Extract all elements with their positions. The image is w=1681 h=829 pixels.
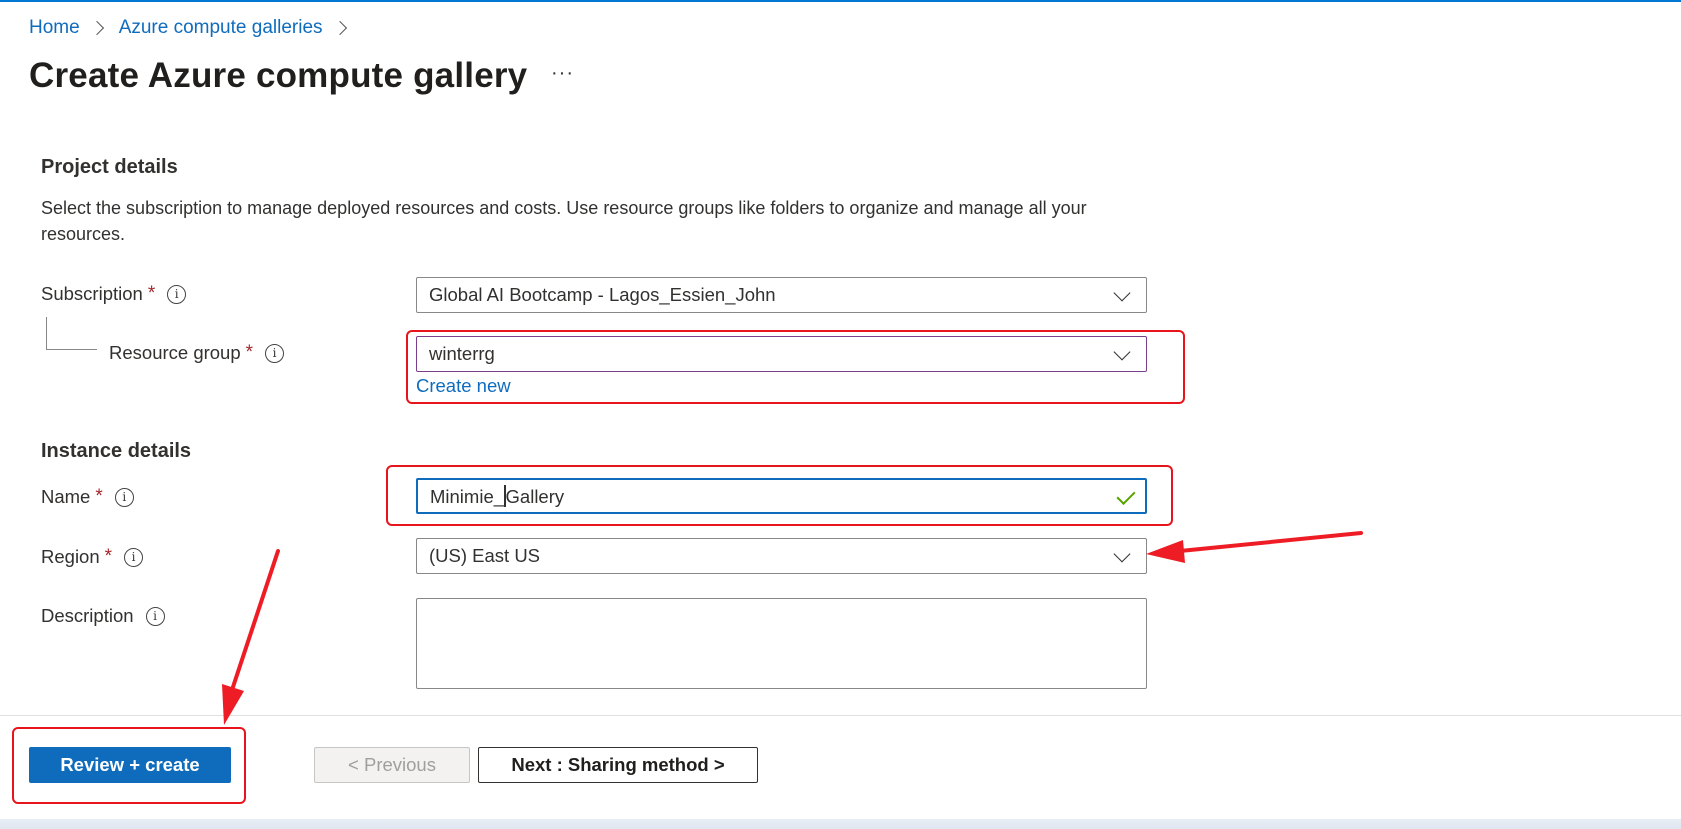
project-details-heading: Project details (41, 156, 178, 178)
subscription-value: Global AI Bootcamp - Lagos_Essien_John (429, 284, 776, 305)
name-input-value: Minimie_Gallery (430, 484, 565, 508)
annotation-arrow (1146, 531, 1363, 563)
subscription-dropdown[interactable]: Global AI Bootcamp - Lagos_Essien_John (416, 277, 1147, 313)
region-value: (US) East US (429, 545, 541, 566)
breadcrumb-azure-compute-galleries[interactable]: Azure compute galleries (119, 17, 323, 39)
info-icon[interactable]: i (167, 284, 187, 304)
chevron-down-icon (1113, 343, 1131, 361)
info-icon[interactable]: i (145, 606, 165, 626)
checkmark-icon (1116, 485, 1136, 506)
chevron-right-icon (89, 20, 104, 36)
chevron-down-icon (1113, 284, 1131, 302)
name-input[interactable]: Minimie_Gallery (416, 478, 1147, 514)
instance-details-heading: Instance details (41, 440, 192, 462)
bottom-strip (0, 819, 1681, 829)
subscription-label: Subscription * i (41, 283, 187, 305)
chevron-right-icon (332, 20, 347, 36)
name-value-before-caret: Minimie_ (430, 485, 505, 507)
breadcrumb: Home Azure compute galleries (29, 17, 362, 39)
info-icon[interactable]: i (265, 343, 285, 363)
next-sharing-method-button[interactable]: Next : Sharing method > (478, 747, 758, 783)
create-new-link[interactable]: Create new (416, 375, 511, 397)
page-title: Create Azure compute gallery (29, 56, 528, 95)
required-asterisk: * (147, 283, 156, 304)
required-asterisk: * (104, 546, 113, 567)
name-label: Name * i (41, 486, 134, 508)
chevron-down-icon (1113, 545, 1131, 563)
required-asterisk: * (245, 342, 254, 363)
description-textarea[interactable] (416, 598, 1147, 689)
region-label: Region * i (41, 546, 144, 568)
breadcrumb-home[interactable]: Home (29, 17, 80, 39)
annotation-arrow (222, 549, 280, 725)
more-icon[interactable]: ··· (551, 62, 574, 85)
description-label: Description i (41, 605, 165, 627)
review-create-button[interactable]: Review + create (29, 747, 231, 783)
top-accent-line (0, 0, 1681, 2)
name-label-text: Name (41, 486, 91, 507)
resource-group-label: Resource group * i (109, 342, 285, 364)
description-label-text: Description (41, 605, 134, 626)
resource-group-dropdown[interactable]: winterrg (416, 336, 1147, 372)
previous-button[interactable]: < Previous (314, 747, 470, 783)
resource-group-value: winterrg (429, 343, 495, 364)
resource-group-label-text: Resource group (109, 342, 241, 363)
footer-divider (0, 715, 1681, 716)
annotation-arrows (222, 531, 1363, 725)
project-details-description: Select the subscription to manage deploy… (41, 198, 1087, 244)
subscription-label-text: Subscription (41, 283, 143, 304)
info-icon[interactable]: i (114, 487, 134, 507)
name-value-after-caret: Gallery (505, 485, 565, 507)
tree-connector (46, 317, 97, 350)
info-icon[interactable]: i (124, 547, 144, 567)
region-dropdown[interactable]: (US) East US (416, 538, 1147, 574)
region-label-text: Region (41, 546, 100, 567)
required-asterisk: * (95, 486, 103, 507)
